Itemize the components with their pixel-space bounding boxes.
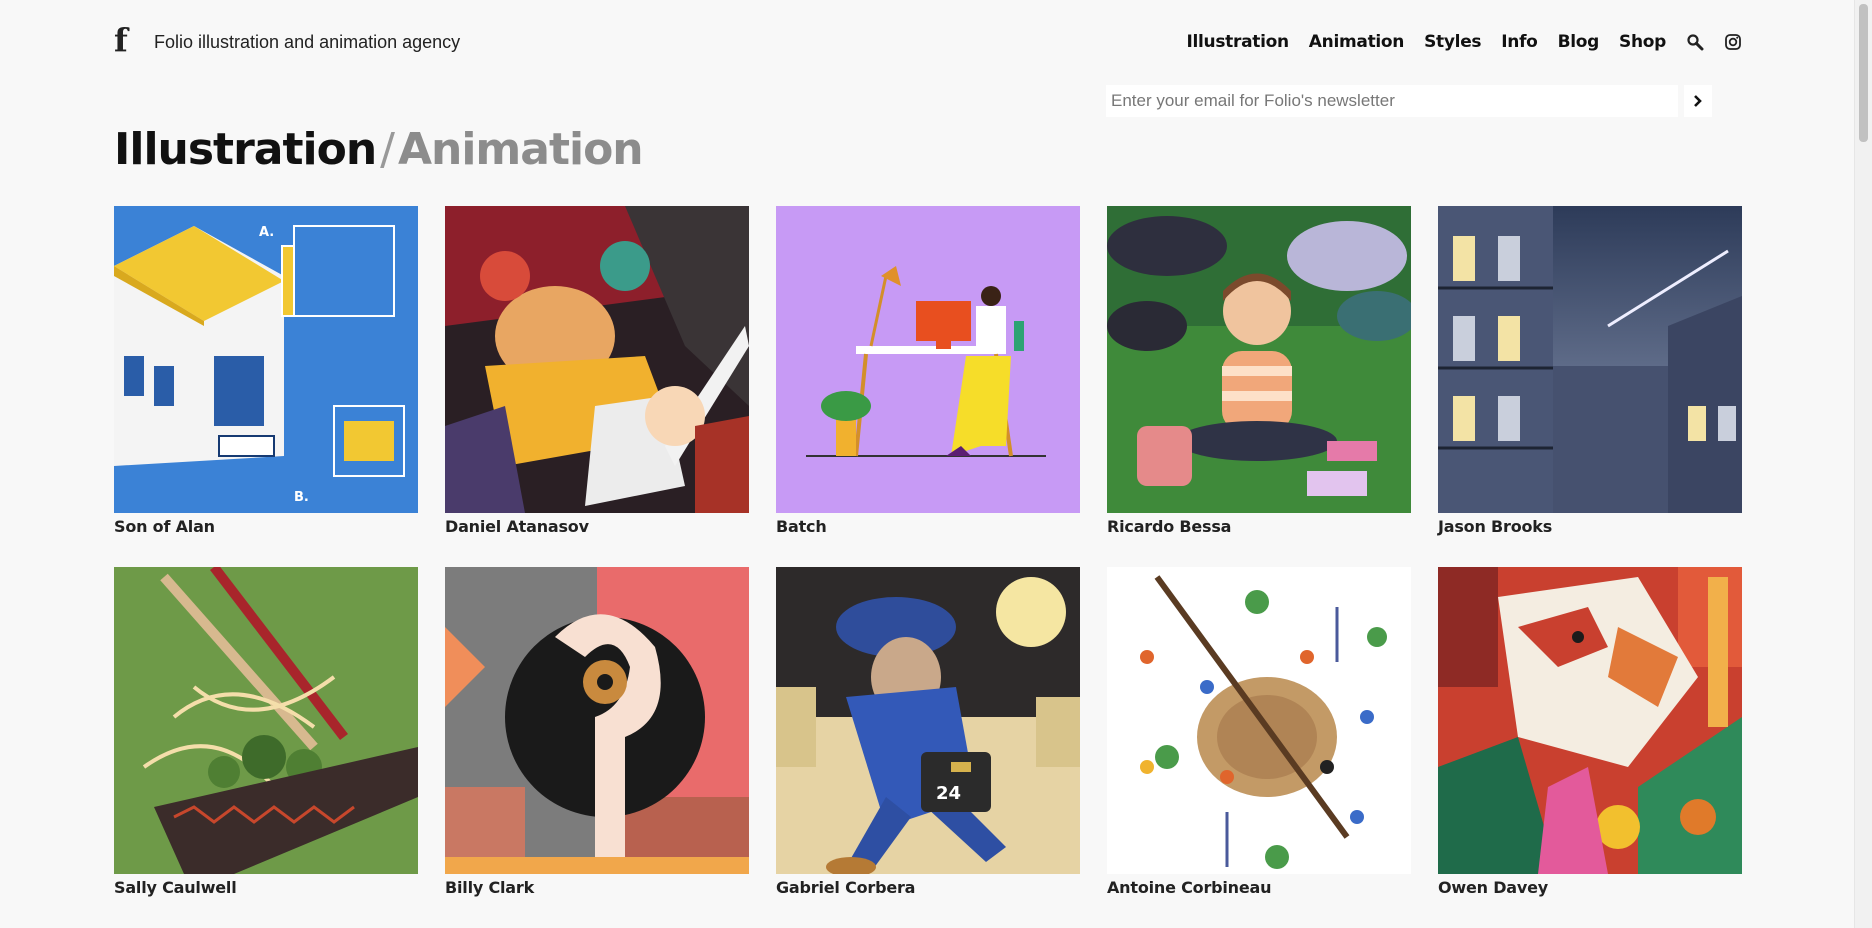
folio-logo[interactable]: f xyxy=(114,24,128,56)
artist-name[interactable]: Ricardo Bessa xyxy=(1107,517,1411,536)
newsletter-email-input[interactable] xyxy=(1106,85,1678,117)
artist-card[interactable]: Sally Caulwell xyxy=(114,567,418,928)
artist-card[interactable]: 24 Gabriel Corbera xyxy=(776,567,1080,928)
artist-name[interactable]: Sally Caulwell xyxy=(114,878,418,897)
search-icon[interactable] xyxy=(1686,33,1704,51)
newsletter-form xyxy=(1106,85,1712,117)
artist-card[interactable]: A. B. Son of Alan xyxy=(114,206,418,567)
artist-thumbnail[interactable] xyxy=(1438,206,1742,513)
svg-text:A.: A. xyxy=(259,225,274,240)
title-separator: / xyxy=(380,124,395,175)
artist-thumbnail[interactable] xyxy=(114,567,418,874)
main-nav: Illustration Animation Styles Info Blog … xyxy=(1186,32,1742,52)
artist-name[interactable]: Antoine Corbineau xyxy=(1107,878,1411,897)
newsletter-submit-button[interactable] xyxy=(1684,85,1712,117)
title-illustration[interactable]: Illustration xyxy=(114,124,377,175)
instagram-icon[interactable] xyxy=(1724,33,1742,51)
nav-shop[interactable]: Shop xyxy=(1619,32,1666,52)
page-scrollbar[interactable] xyxy=(1854,0,1872,928)
artist-name[interactable]: Gabriel Corbera xyxy=(776,878,1080,897)
artist-thumbnail[interactable] xyxy=(776,206,1080,513)
artist-name[interactable]: Batch xyxy=(776,517,1080,536)
artist-name[interactable]: Billy Clark xyxy=(445,878,749,897)
artist-grid: A. B. Son of Alan Daniel Atanasov Batch … xyxy=(114,206,1742,928)
artist-name[interactable]: Owen Davey xyxy=(1438,878,1742,897)
artist-card[interactable]: Owen Davey xyxy=(1438,567,1742,928)
scrollbar-thumb[interactable] xyxy=(1859,4,1868,142)
artist-card[interactable]: Daniel Atanasov xyxy=(445,206,749,567)
nav-illustration[interactable]: Illustration xyxy=(1186,32,1289,52)
svg-text:24: 24 xyxy=(936,783,961,804)
artist-card[interactable]: Antoine Corbineau xyxy=(1107,567,1411,928)
artist-card[interactable]: Ricardo Bessa xyxy=(1107,206,1411,567)
artist-card[interactable]: Billy Clark xyxy=(445,567,749,928)
artist-name[interactable]: Jason Brooks xyxy=(1438,517,1742,536)
nav-styles[interactable]: Styles xyxy=(1424,32,1481,52)
artist-thumbnail[interactable] xyxy=(445,206,749,513)
artist-thumbnail[interactable]: A. B. xyxy=(114,206,418,513)
artist-card[interactable]: Batch xyxy=(776,206,1080,567)
artist-name[interactable]: Daniel Atanasov xyxy=(445,517,749,536)
nav-info[interactable]: Info xyxy=(1501,32,1538,52)
nav-blog[interactable]: Blog xyxy=(1558,32,1600,52)
site-tagline: Folio illustration and animation agency xyxy=(154,32,461,52)
nav-animation[interactable]: Animation xyxy=(1309,32,1405,52)
title-animation[interactable]: Animation xyxy=(398,124,644,175)
artist-thumbnail[interactable] xyxy=(1438,567,1742,874)
artist-card[interactable]: Jason Brooks xyxy=(1438,206,1742,567)
artist-name[interactable]: Son of Alan xyxy=(114,517,418,536)
site-header: f Folio illustration and animation agenc… xyxy=(114,22,1742,62)
chevron-right-icon xyxy=(1694,95,1702,107)
artist-thumbnail[interactable] xyxy=(445,567,749,874)
svg-text:B.: B. xyxy=(294,490,309,505)
page-title: Illustration/Animation xyxy=(114,122,644,178)
artist-thumbnail[interactable]: 24 xyxy=(776,567,1080,874)
artist-thumbnail[interactable] xyxy=(1107,206,1411,513)
artist-thumbnail[interactable] xyxy=(1107,567,1411,874)
